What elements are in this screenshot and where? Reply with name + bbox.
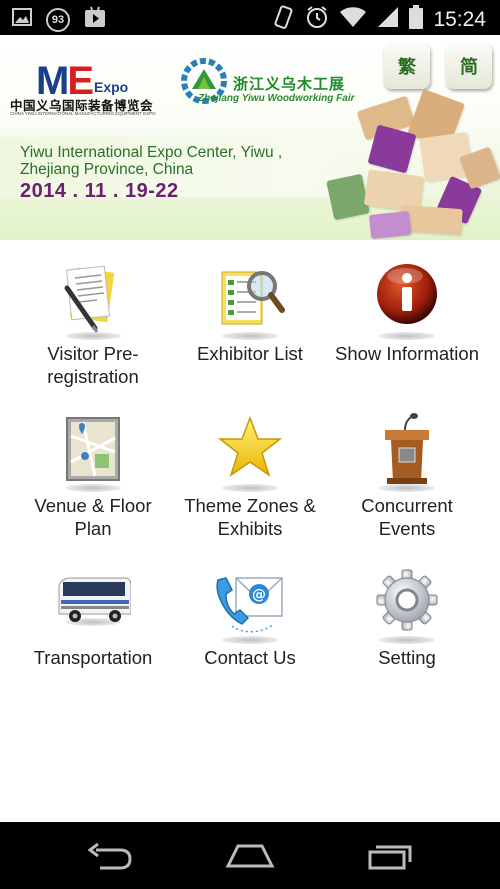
contact-email-icon: @ <box>212 564 288 644</box>
star-icon <box>212 412 288 492</box>
transportation-label: Transportation <box>33 647 153 668</box>
vibrate-icon <box>271 4 295 35</box>
simplified-chinese-button[interactable]: 简 <box>446 43 492 89</box>
info-icon <box>369 260 445 340</box>
bus-icon <box>55 564 132 640</box>
venue-floor-plan-tile[interactable]: Venue & Floor Plan <box>10 412 176 540</box>
wood-blocks-graphic <box>322 88 500 240</box>
setting-tile[interactable]: Setting <box>324 564 490 669</box>
woodworking-fair-chinese-name: 浙江义乌木工展 <box>233 76 346 93</box>
document-pen-icon <box>55 260 131 340</box>
recent-apps-button-icon[interactable] <box>366 842 414 875</box>
venue-address: Yiwu International Expo Center, Yiwu , Z… <box>20 144 282 178</box>
theme-zones-label: Theme Zones & Exhibits <box>184 495 316 539</box>
event-dates: 2014 . 11 . 19-22 <box>20 180 179 202</box>
map-icon <box>55 412 131 492</box>
play-store-icon <box>84 6 106 33</box>
battery-icon <box>409 5 424 34</box>
venue-line-2: Zhejiang Province, China <box>20 161 194 178</box>
wifi-icon <box>339 6 367 33</box>
alarm-icon <box>305 5 329 34</box>
exhibitor-list-tile[interactable]: Exhibitor List <box>167 260 333 365</box>
magnifier-list-icon <box>212 260 288 340</box>
concurrent-events-label: Concurrent Events <box>361 495 453 539</box>
exhibitor-list-label: Exhibitor List <box>197 343 303 364</box>
contact-us-label: Contact Us <box>204 647 296 668</box>
visitor-preregistration-tile[interactable]: Visitor Pre-registration <box>10 260 176 388</box>
svg-text:@: @ <box>252 587 266 603</box>
visitor-preregistration-label: Visitor Pre-registration <box>47 343 139 387</box>
me-logo-english-name: CHINA YIWU INTERNATIONAL MANUFACTURING E… <box>10 111 156 116</box>
home-button-icon[interactable] <box>224 842 276 875</box>
image-notification-icon <box>12 8 32 31</box>
clock: 15:24 <box>433 7 486 31</box>
navigation-bar <box>0 822 500 889</box>
podium-icon <box>369 412 445 492</box>
traditional-chinese-button[interactable]: 繁 <box>384 43 430 89</box>
header-banner: ME Expo 中国义乌国际装备博览会 CHINA YIWU INTERNATI… <box>0 35 500 240</box>
concurrent-events-tile[interactable]: Concurrent Events <box>324 412 490 540</box>
theme-zones-tile[interactable]: Theme Zones & Exhibits <box>167 412 333 540</box>
show-information-label: Show Information <box>335 343 479 364</box>
notification-count-badge: 93 <box>46 7 70 32</box>
show-information-tile[interactable]: Show Information <box>324 260 490 365</box>
venue-floor-plan-label: Venue & Floor Plan <box>34 495 152 539</box>
transportation-tile[interactable]: Transportation <box>10 564 176 669</box>
me-logo-expo: Expo <box>94 79 129 95</box>
back-button-icon[interactable] <box>86 842 134 875</box>
gear-icon <box>369 564 445 644</box>
venue-line-1: Yiwu International Expo Center, Yiwu , <box>20 144 283 161</box>
contact-us-tile[interactable]: @ Contact Us <box>167 564 333 669</box>
status-bar: 93 15:24 <box>0 0 500 35</box>
signal-icon <box>377 6 399 33</box>
setting-label: Setting <box>378 647 436 668</box>
